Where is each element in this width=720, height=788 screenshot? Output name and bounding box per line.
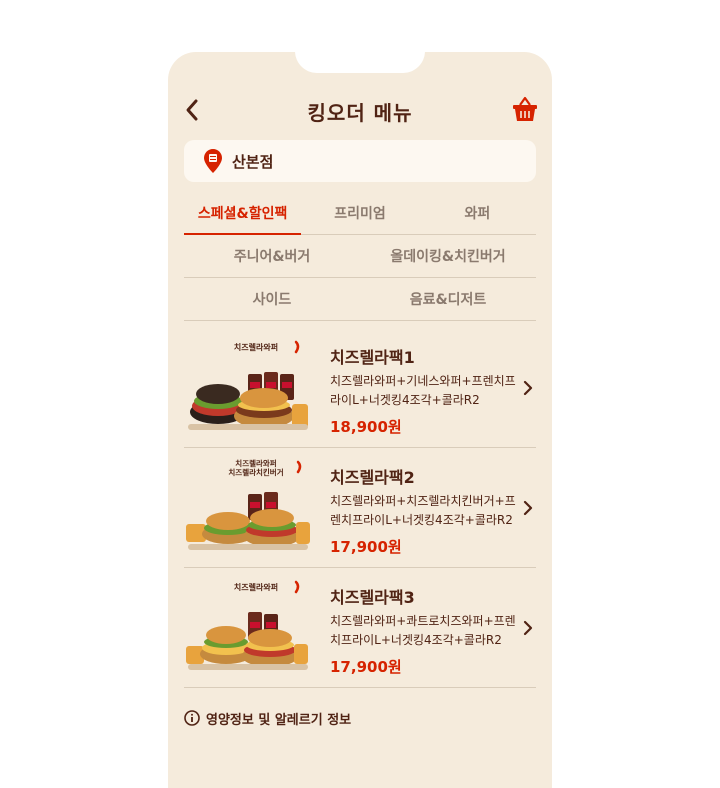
tab-whopper[interactable]: 와퍼 [419,192,536,234]
tab-row: 스페셜&할인팩 프리미엄 와퍼 [184,192,536,235]
item-description: 치즈렐라와퍼+기네스와퍼+프렌치프라이L+너겟킹4조각+콜라R2 [330,374,516,407]
tab-drink-dessert[interactable]: 음료&디저트 [360,278,536,320]
tab-row: 주니어&버거 올데이킹&치킨버거 [184,235,536,278]
basket-icon [513,96,537,121]
store-selector[interactable]: 산본점 [184,140,536,182]
nutrition-info-link[interactable]: 영양정보 및 알레르기 정보 [184,708,351,728]
menu-item[interactable]: 치즈렐라와퍼 치즈렐라팩1 치즈렐라와퍼+기네스와퍼+프렌치프라이L+너겟킹4조… [184,328,536,448]
tab-allday-chicken[interactable]: 올데이킹&치킨버거 [360,235,536,277]
menu-list: 치즈렐라와퍼 치즈렐라팩1 치즈렐라와퍼+기네스와퍼+프렌치프라이L+너겟킹4조… [184,328,536,688]
product-badge: 치즈렐라와퍼 [235,458,276,468]
info-icon [184,710,200,726]
chevron-right-icon [523,380,533,396]
cart-button[interactable] [510,94,540,124]
product-image: 치즈렐라와퍼 치즈렐라치킨버거 [186,458,310,550]
phone-frame: 킹오더 메뉴 산본점 스페셜&할인팩 프리미엄 와퍼 주니어&버거 올데이킹&치… [168,52,552,788]
menu-item[interactable]: 치즈렐라와퍼 치즈렐라팩3 치즈렐라와퍼+콰트로치즈와퍼+프렌치프라이L+너겟킹… [184,568,536,688]
tab-special-discount[interactable]: 스페셜&할인팩 [184,192,302,235]
item-price: 17,900원 [330,658,402,676]
chevron-right-icon [523,620,533,636]
app-header: 킹오더 메뉴 [168,90,552,130]
store-name: 산본점 [232,153,274,171]
item-price: 18,900원 [330,418,402,436]
tab-row: 사이드 음료&디저트 [184,278,536,321]
nutrition-info-label: 영양정보 및 알레르기 정보 [206,712,352,728]
item-name: 치즈렐라팩2 [330,468,415,487]
category-tabs: 스페셜&할인팩 프리미엄 와퍼 주니어&버거 올데이킹&치킨버거 사이드 음료&… [184,192,536,321]
product-image: 치즈렐라와퍼 [186,580,308,670]
item-name: 치즈렐라팩1 [330,348,415,367]
location-pin-icon [204,149,222,173]
product-badge: 치즈렐라와퍼 [234,582,278,592]
item-description: 치즈렐라와퍼+치즈렐라치킨버거+프렌치프라이L+너겟킹4조각+콜라R2 [330,494,516,527]
phone-notch [295,52,425,73]
item-price: 17,900원 [330,538,402,556]
menu-item[interactable]: 치즈렐라와퍼 치즈렐라치킨버거 치즈렐라팩2 치즈렐라와퍼+치즈렐라치킨버거+프… [184,448,536,568]
item-name: 치즈렐라팩3 [330,588,415,607]
tab-premium[interactable]: 프리미엄 [301,192,418,234]
tab-junior-burger[interactable]: 주니어&버거 [184,235,360,277]
tab-side[interactable]: 사이드 [184,278,360,320]
page-title: 킹오더 메뉴 [307,101,413,125]
chevron-right-icon [523,500,533,516]
product-image: 치즈렐라와퍼 [188,340,308,430]
product-badge: 치즈렐라치킨버거 [228,467,283,477]
product-badge: 치즈렐라와퍼 [234,342,278,352]
item-description: 치즈렐라와퍼+콰트로치즈와퍼+프렌치프라이L+너겟킹4조각+콜라R2 [330,614,516,647]
